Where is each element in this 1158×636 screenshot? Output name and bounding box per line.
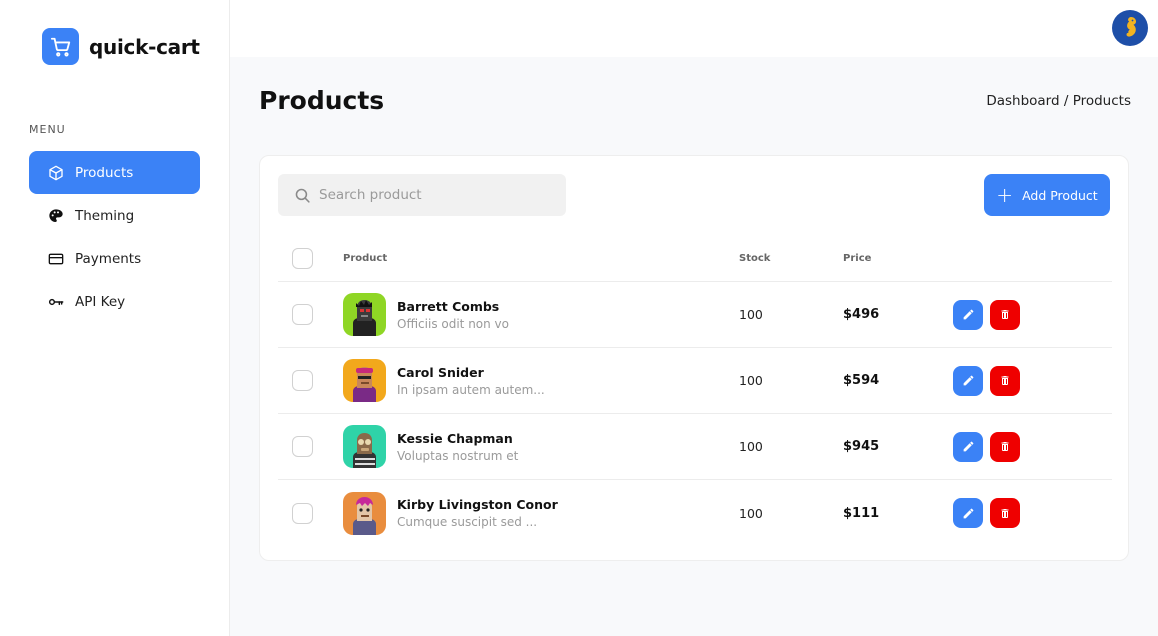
delete-button[interactable] xyxy=(990,365,1020,396)
cart-icon xyxy=(42,28,79,65)
product-description: Cumque suscipit sed ... xyxy=(397,515,538,529)
product-price: $496 xyxy=(843,307,880,322)
products-card: + Add Product Product Stock Price xyxy=(259,155,1129,561)
sidebar-item-label: Theming xyxy=(75,207,135,224)
product-price: $111 xyxy=(843,505,880,521)
palette-icon xyxy=(49,208,63,222)
table-row: Kessie Chapman Voluptas nostrum et 100 $… xyxy=(278,414,1112,480)
sidebar-item-label: Products xyxy=(75,164,134,181)
sidebar-item-payments[interactable]: Payments xyxy=(29,237,200,280)
pencil-icon xyxy=(963,309,973,320)
key-icon xyxy=(48,298,64,305)
search-box xyxy=(278,174,566,216)
product-description: Officiis odit non vo xyxy=(397,316,510,331)
sidebar: quick-cart MENU Products Theming Payment… xyxy=(0,0,230,636)
user-avatar[interactable] xyxy=(1112,10,1148,46)
sidebar-item-products[interactable]: Products xyxy=(29,151,200,194)
product-stock: 100 xyxy=(739,373,763,388)
pencil-icon xyxy=(963,508,973,518)
edit-button[interactable] xyxy=(953,431,983,462)
table-row: Barrett Combs Officiis odit non vo 100 $… xyxy=(278,282,1112,348)
sidebar-item-api-key[interactable]: API Key xyxy=(29,280,200,323)
column-header-stock: Stock xyxy=(739,253,771,264)
seahorse-icon xyxy=(1126,17,1136,37)
pencil-icon xyxy=(963,441,973,452)
product-image xyxy=(343,491,386,535)
column-header-price: Price xyxy=(843,253,872,264)
product-name: Kessie Chapman xyxy=(397,430,513,446)
row-checkbox[interactable] xyxy=(292,436,313,457)
trash-icon xyxy=(1001,442,1009,451)
row-checkbox[interactable] xyxy=(292,370,313,391)
trash-icon xyxy=(1001,376,1009,385)
add-product-button[interactable]: + Add Product xyxy=(984,174,1110,216)
product-stock: 100 xyxy=(739,307,763,322)
sidebar-item-label: Payments xyxy=(75,250,142,267)
search-input[interactable] xyxy=(319,187,549,203)
product-name: Barrett Combs xyxy=(397,298,500,314)
sidebar-item-theming[interactable]: Theming xyxy=(29,194,200,237)
product-name: Carol Snider xyxy=(397,364,484,380)
delete-button[interactable] xyxy=(990,498,1020,528)
table-row: Carol Snider In ipsam autem autem... 100… xyxy=(278,348,1112,414)
menu-label: MENU xyxy=(29,123,66,136)
delete-button[interactable] xyxy=(990,299,1020,330)
row-checkbox[interactable] xyxy=(292,502,313,524)
app-logo[interactable]: quick-cart xyxy=(42,28,200,65)
product-image xyxy=(343,359,386,402)
plus-icon: + xyxy=(996,183,1014,207)
table-header: Product Stock Price xyxy=(278,236,1112,282)
page-title: Products xyxy=(259,86,385,115)
box-icon xyxy=(49,165,63,180)
app-name: quick-cart xyxy=(89,34,200,59)
column-header-product: Product xyxy=(343,253,388,264)
breadcrumb[interactable]: Dashboard / Products xyxy=(986,93,1131,109)
product-description: Voluptas nostrum et xyxy=(397,448,519,463)
product-description: In ipsam autem autem... xyxy=(397,382,545,397)
product-image xyxy=(343,293,386,336)
product-image xyxy=(343,425,386,468)
products-table: Product Stock Price Barrett Combs Offici… xyxy=(278,236,1112,546)
product-stock: 100 xyxy=(739,439,763,454)
sidebar-item-label: API Key xyxy=(75,293,126,310)
add-product-label: Add Product xyxy=(1022,187,1098,203)
product-stock: 100 xyxy=(739,505,763,521)
table-row: Kirby Livingston Conor Cumque suscipit s… xyxy=(278,480,1112,546)
delete-button[interactable] xyxy=(990,431,1020,462)
product-price: $594 xyxy=(843,373,880,388)
edit-button[interactable] xyxy=(953,498,983,528)
sidebar-nav: Products Theming Payments API Key xyxy=(29,151,200,323)
trash-icon xyxy=(1001,310,1009,319)
trash-icon xyxy=(1001,508,1009,518)
credit-card-icon xyxy=(48,253,64,264)
edit-button[interactable] xyxy=(953,365,983,396)
edit-button[interactable] xyxy=(953,299,983,330)
search-icon xyxy=(295,188,310,203)
pencil-icon xyxy=(963,375,973,386)
row-checkbox[interactable] xyxy=(292,304,313,325)
product-name: Kirby Livingston Conor xyxy=(397,497,558,512)
product-price: $945 xyxy=(843,439,880,454)
select-all-checkbox[interactable] xyxy=(292,248,313,269)
top-bar xyxy=(230,0,1158,57)
